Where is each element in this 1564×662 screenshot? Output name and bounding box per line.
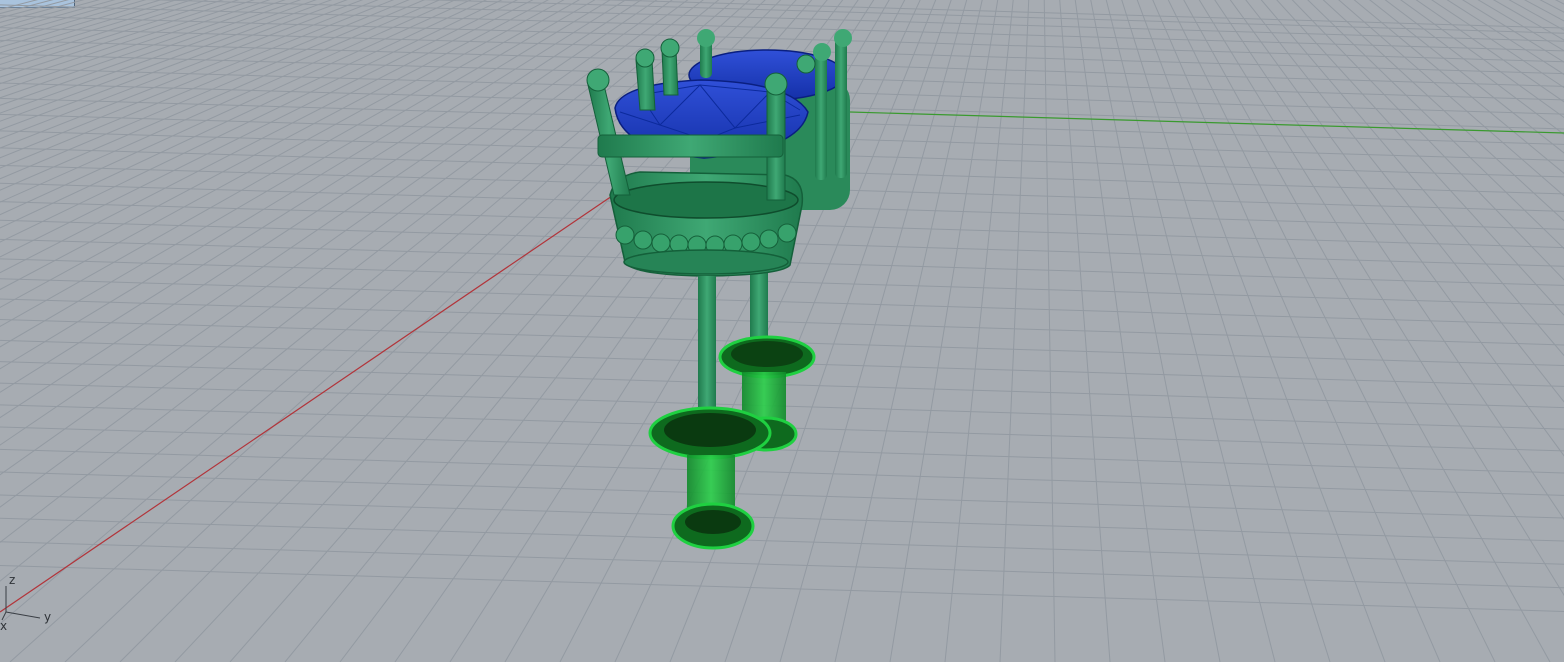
grid-line [0, 0, 317, 114]
grid-line [1105, 0, 1276, 662]
grid-line [0, 0, 580, 328]
grid-line [1167, 0, 1496, 662]
grid-line [0, 278, 1564, 326]
grid-line [594, 0, 1564, 29]
grid-line [1183, 0, 1551, 662]
y-axis-label: y [44, 610, 51, 624]
grid-line [944, 0, 1014, 662]
grid-line [1090, 0, 1221, 662]
z-axis-label: z [9, 573, 15, 587]
x-axis-label: x [0, 619, 7, 633]
grid-line [0, 0, 379, 149]
grid-line [0, 4, 1564, 52]
grid-line [0, 0, 348, 131]
grid-line [889, 0, 999, 662]
grid-line [834, 0, 983, 662]
grid-line [999, 0, 1030, 662]
grid-line [0, 0, 519, 258]
viewport-canvas[interactable]: z y x [0, 0, 1564, 662]
earring-model[interactable] [586, 29, 852, 550]
grid-line [1121, 0, 1331, 662]
grid-line [0, 0, 364, 140]
grid-line [0, 471, 1564, 519]
grid-line [0, 517, 1564, 565]
grid-line [0, 448, 1564, 496]
grid-line [0, 541, 1564, 589]
grid-line [0, 0, 426, 180]
grid-line [0, 0, 596, 348]
grid-line [0, 0, 627, 393]
grid-line [0, 494, 1564, 542]
grid-line [1152, 0, 1441, 662]
grid-line [0, 0, 673, 476]
perspective-viewport[interactable]: z y x [0, 0, 1564, 662]
grid-line [0, 0, 565, 308]
grid-line [1136, 0, 1386, 662]
grid-line [0, 564, 1564, 612]
